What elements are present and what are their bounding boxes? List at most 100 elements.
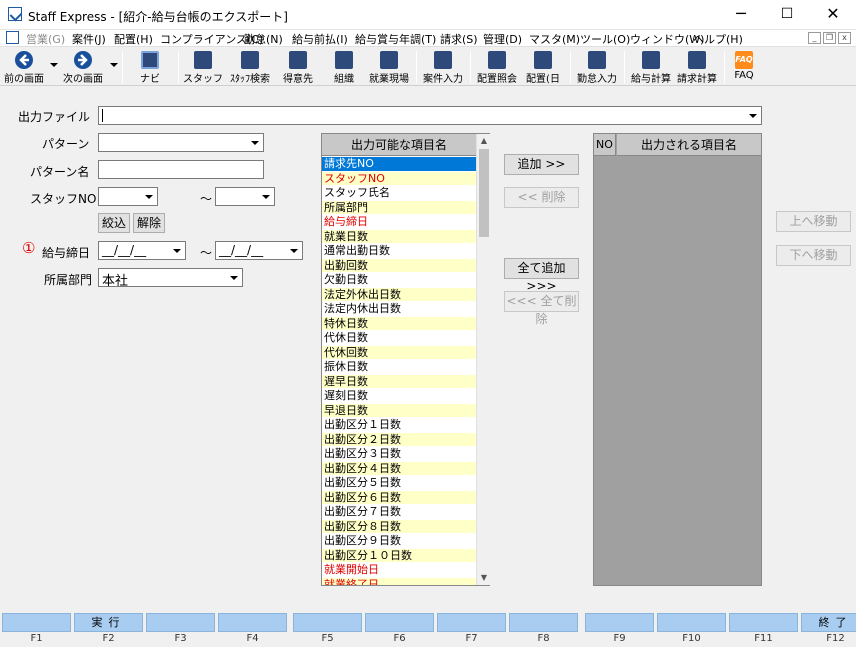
chevron-down-icon[interactable] (227, 270, 241, 285)
organization-button[interactable]: 組織 (324, 49, 364, 85)
client-button[interactable]: 得意先 (278, 49, 318, 85)
payroll-calc-button[interactable]: 給与計算 (628, 49, 674, 85)
department-select[interactable]: 本社 (98, 268, 243, 289)
menu-admin[interactable]: 管理(D) (483, 31, 522, 47)
list-item[interactable]: 所属部門 (322, 200, 476, 215)
fkey-f4-button[interactable] (218, 613, 287, 632)
menu-help[interactable]: ヘルプ(H) (693, 31, 743, 47)
placement-inquiry-button[interactable]: 配置照会 (474, 49, 520, 85)
chevron-down-icon[interactable] (259, 189, 273, 204)
add-all-button[interactable]: 全て追加 >>> (504, 258, 579, 293)
list-item[interactable]: 特休日数 (322, 316, 476, 331)
prev-dropdown-icon[interactable] (50, 63, 58, 67)
list-item[interactable]: 振休日数 (322, 360, 476, 375)
list-item[interactable]: 遅刻日数 (322, 389, 476, 404)
menu-billing[interactable]: 請求(S) (440, 31, 478, 47)
list-item[interactable]: 出勤区分１０日数 (322, 548, 476, 563)
available-items-list[interactable]: 請求先NO スタッフNO スタッフ氏名 所属部門 給与締日 就業日数 通常出勤日数 出勤回数欠… (322, 157, 476, 585)
add-button[interactable]: 追加 >> (504, 154, 579, 175)
move-down-button[interactable]: 下へ移動 (776, 245, 851, 266)
menu-attendance[interactable]: 勤怠(N) (244, 31, 283, 47)
billing-calc-button[interactable]: 請求計算 (674, 49, 720, 85)
remove-button[interactable]: << 削除 (504, 187, 579, 208)
staff-button[interactable]: スタッフ (183, 49, 223, 85)
fkey-f12-button[interactable]: 終了 (801, 613, 856, 632)
fkey-f7-button[interactable] (437, 613, 506, 632)
menu-master[interactable]: マスタ(M) (529, 31, 580, 47)
list-item[interactable]: 通常出勤日数 (322, 244, 476, 259)
pay-close-date-to[interactable]: __/__/__ (215, 241, 303, 260)
fkey-f11-button[interactable] (729, 613, 798, 632)
list-item[interactable]: 法定外休出日数 (322, 287, 476, 302)
chevron-up-icon[interactable]: ▲ (477, 134, 491, 148)
next-screen-button[interactable]: 次の画面 (60, 49, 106, 85)
fkey-f8-button[interactable] (509, 613, 578, 632)
chevron-down-icon[interactable] (746, 108, 760, 123)
fkey-f5-button[interactable] (293, 613, 362, 632)
move-up-button[interactable]: 上へ移動 (776, 211, 851, 232)
navi-button[interactable]: ナビ (130, 49, 170, 85)
chevron-down-icon[interactable] (170, 243, 184, 258)
fkey-f6-button[interactable] (365, 613, 434, 632)
list-item[interactable]: 出勤区分７日数 (322, 505, 476, 520)
list-item[interactable]: 出勤区分５日数 (322, 476, 476, 491)
mdi-close-button[interactable]: x (838, 32, 851, 44)
maximize-button[interactable]: ☐ (764, 0, 810, 30)
filter-button[interactable]: 絞込 (98, 213, 130, 233)
list-item[interactable]: 出勤回数 (322, 258, 476, 273)
menu-case[interactable]: 案件(J) (72, 31, 106, 47)
chevron-down-icon[interactable]: ▼ (477, 571, 491, 585)
next-dropdown-icon[interactable] (110, 63, 118, 67)
list-item[interactable]: スタッフ氏名 (322, 186, 476, 201)
list-item[interactable]: 出勤区分３日数 (322, 447, 476, 462)
pattern-select[interactable] (98, 133, 264, 152)
clear-button[interactable]: 解除 (133, 213, 165, 233)
attendance-entry-button[interactable]: 勤怠入力 (574, 49, 620, 85)
list-item[interactable]: 欠勤日数 (322, 273, 476, 288)
list-item[interactable]: 出勤区分９日数 (322, 534, 476, 549)
list-item[interactable]: 給与締日 (322, 215, 476, 230)
mdi-restore-button[interactable]: ❐ (823, 32, 836, 44)
staff-no-from-select[interactable] (98, 187, 158, 206)
list-item[interactable]: 出勤区分４日数 (322, 461, 476, 476)
staff-no-to-select[interactable] (215, 187, 275, 206)
list-item[interactable]: 就業終了日 (322, 577, 476, 585)
menu-placement[interactable]: 配置(H) (114, 31, 153, 47)
case-entry-button[interactable]: 案件入力 (420, 49, 466, 85)
worksite-button[interactable]: 就業現場 (366, 49, 412, 85)
list-item[interactable]: 遅早日数 (322, 374, 476, 389)
list-item[interactable]: 法定内休出日数 (322, 302, 476, 317)
vertical-scrollbar[interactable]: ▲ ▼ (476, 134, 490, 585)
scrollbar-thumb[interactable] (479, 149, 489, 237)
chevron-down-icon[interactable] (142, 189, 156, 204)
faq-button[interactable]: FAQ FAQ (728, 49, 760, 85)
output-file-combobox[interactable] (98, 106, 762, 125)
fkey-f10-button[interactable] (657, 613, 726, 632)
close-button[interactable]: ✕ (810, 0, 856, 30)
list-item[interactable]: 出勤区分８日数 (322, 519, 476, 534)
chevron-down-icon[interactable] (248, 135, 262, 150)
list-item[interactable]: 出勤区分１日数 (322, 418, 476, 433)
remove-all-button[interactable]: <<< 全て削除 (504, 291, 579, 326)
menu-sales[interactable]: 営業(G) (26, 31, 65, 47)
list-item[interactable]: 代休日数 (322, 331, 476, 346)
minimize-button[interactable]: ─ (718, 0, 764, 30)
mdi-minimize-button[interactable]: _ (808, 32, 821, 44)
list-item[interactable]: 就業開始日 (322, 563, 476, 578)
pay-close-date-from[interactable]: __/__/__ (98, 241, 186, 260)
fkey-f2-button[interactable]: 実行 (74, 613, 143, 632)
output-items-panel[interactable]: NO 出力される項目名 (593, 133, 762, 586)
menu-advance-pay[interactable]: 給与前払(I) (292, 31, 348, 47)
fkey-f9-button[interactable] (585, 613, 654, 632)
list-item[interactable]: 早退日数 (322, 403, 476, 418)
list-item[interactable]: スタッフNO (322, 171, 476, 186)
fkey-f1-button[interactable] (2, 613, 71, 632)
prev-screen-button[interactable]: 前の画面 (2, 49, 46, 85)
menu-tools[interactable]: ツール(O) (580, 31, 630, 47)
list-item[interactable]: 代休回数 (322, 345, 476, 360)
list-item[interactable]: 就業日数 (322, 229, 476, 244)
list-item[interactable]: 出勤区分２日数 (322, 432, 476, 447)
menu-payroll[interactable]: 給与賞与年調(T) (355, 31, 436, 47)
list-item[interactable]: 出勤区分６日数 (322, 490, 476, 505)
pattern-name-input[interactable] (98, 160, 264, 179)
